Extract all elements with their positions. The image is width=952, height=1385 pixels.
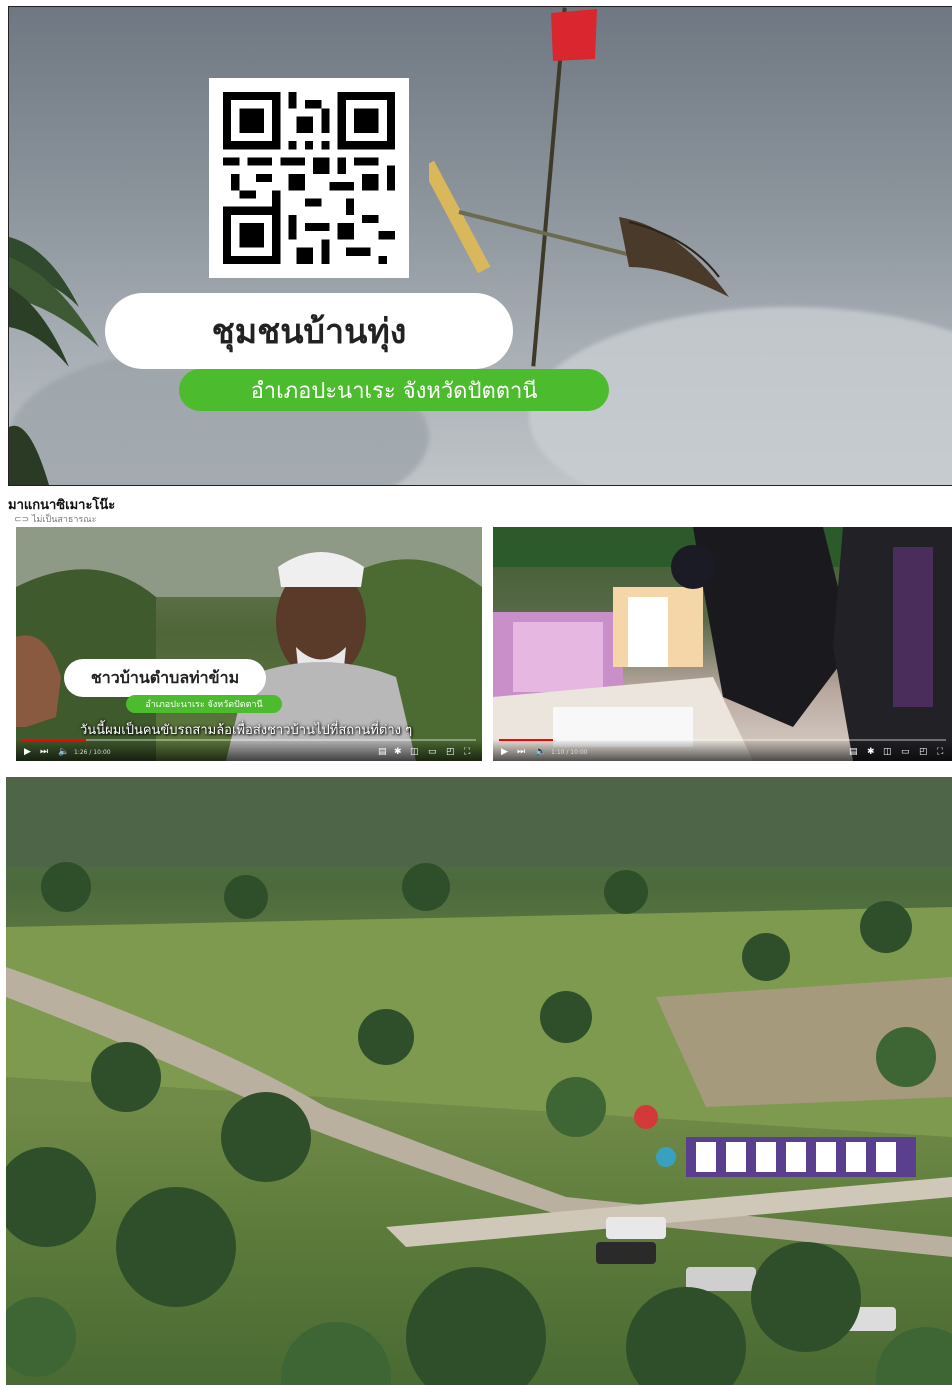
hero-video-frame[interactable]: ชุมชนบ้านทุ่ง อำเภอปะนาเระ จังหวัดปัตตาน…	[8, 6, 952, 486]
lower-third-subtitle: อำเภอปะนาเระ จังหวัดปัตตานี	[126, 695, 282, 713]
theater-icon[interactable]: ▭	[901, 747, 910, 757]
qr-code-icon	[223, 92, 395, 264]
time-display: 1:26 / 10:00	[74, 749, 111, 756]
video-player-1[interactable]: ชาวบ้านตำบลท่าข้าม อำเภอปะนาเระ จังหวัดป…	[16, 527, 482, 761]
video-caption: วันนี้ผมเป็นคนขับรถสามล้อเพื่อส่งชาวบ้าน…	[80, 723, 413, 738]
subtitles-icon[interactable]: ▤	[849, 747, 858, 757]
progress-bar[interactable]	[22, 739, 476, 741]
progress-fill	[499, 739, 553, 741]
settings-icon[interactable]: ✱	[394, 747, 402, 757]
fullscreen-icon[interactable]: ⛶	[937, 747, 943, 757]
visibility-label: ไม่เป็นสาธารณะ	[31, 515, 97, 525]
hero-title: ชุมชนบ้านทุ่ง	[105, 293, 513, 369]
aerial-photo	[6, 777, 952, 1385]
theater-icon[interactable]: ▭	[428, 747, 437, 757]
progress-fill	[22, 739, 86, 741]
miniplayer-icon[interactable]: ◫	[883, 747, 892, 757]
video-thumbnail-scene	[493, 527, 952, 761]
time-display: 1:10 / 10:00	[551, 749, 588, 756]
hero-subtitle: อำเภอปะนาเระ จังหวัดปัตตานี	[179, 369, 609, 411]
section-divider	[0, 769, 952, 777]
play-icon[interactable]: ▶	[501, 747, 508, 757]
windmill-pole	[429, 7, 729, 367]
volume-icon[interactable]: 🔈	[535, 747, 546, 757]
visibility-status: ⊂⊃ ไม่เป็นสาธารณะ	[14, 512, 96, 526]
aerial-scene	[6, 777, 952, 1385]
video-player-2[interactable]: ▶ ⏭ 🔈 1:10 / 10:00 ▤ ✱ ◫ ▭ ◰ ⛶	[493, 527, 952, 761]
next-icon[interactable]: ⏭	[517, 747, 525, 757]
play-icon[interactable]: ▶	[24, 747, 31, 757]
link-icon: ⊂⊃	[14, 515, 32, 525]
progress-bar[interactable]	[499, 739, 946, 741]
settings-icon[interactable]: ✱	[867, 747, 875, 757]
miniplayer-icon[interactable]: ◫	[410, 747, 419, 757]
cast-icon[interactable]: ◰	[446, 747, 455, 757]
palm-tree-left	[9, 237, 99, 485]
subtitles-icon[interactable]: ▤	[378, 747, 387, 757]
lower-third-title: ชาวบ้านตำบลท่าข้าม	[64, 659, 266, 697]
fullscreen-icon[interactable]: ⛶	[464, 747, 470, 757]
next-icon[interactable]: ⏭	[40, 747, 48, 757]
cast-icon[interactable]: ◰	[919, 747, 928, 757]
volume-icon[interactable]: 🔈	[58, 747, 69, 757]
qr-code[interactable]	[209, 78, 409, 278]
